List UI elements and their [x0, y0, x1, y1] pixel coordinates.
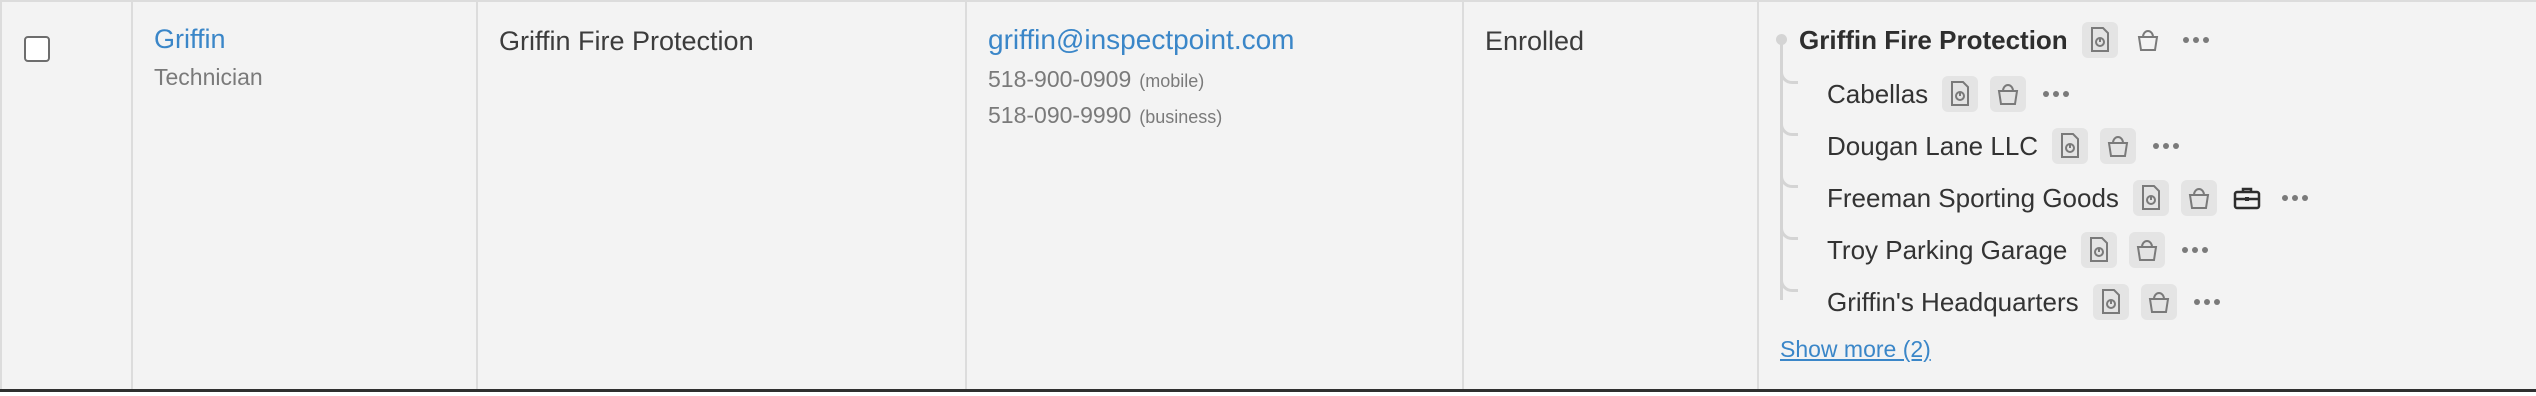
bucket-icon[interactable] — [2130, 22, 2166, 58]
phone-mobile: 518-900-0909 (mobile) — [988, 66, 1204, 93]
tree-root-label: Griffin Fire Protection — [1799, 24, 2068, 55]
tree-item-label: Dougan Lane LLC — [1827, 130, 2039, 161]
tree-item-label: Freeman Sporting Goods — [1827, 182, 2119, 213]
tree-item-troy-parking-garage: Troy Parking Garage — [1827, 228, 2213, 272]
report-icon[interactable] — [2092, 284, 2129, 320]
report-icon[interactable] — [2052, 128, 2089, 164]
status-cell: Enrolled — [1464, 2, 1759, 389]
enrollment-status: Enrolled — [1485, 26, 1585, 56]
bucket-icon[interactable] — [1990, 76, 2027, 112]
tree-item-label: Cabellas — [1827, 78, 1929, 109]
locations-tree-cell: Griffin Fire Protection Cabellas Dougan … — [1759, 2, 2536, 389]
row-select-checkbox[interactable] — [24, 36, 50, 62]
company-name: Griffin Fire Protection — [499, 26, 754, 56]
report-icon[interactable] — [1942, 76, 1979, 112]
phone-business: 518-090-9990 (business) — [988, 102, 1222, 129]
phone-type: (business) — [1139, 107, 1223, 127]
tree-item-freeman-sporting-goods: Freeman Sporting Goods — [1827, 176, 2313, 220]
tree-item-label: Troy Parking Garage — [1827, 234, 2068, 265]
phone-number: 518-900-0909 — [988, 66, 1132, 92]
bucket-icon[interactable] — [2100, 128, 2137, 164]
report-icon[interactable] — [2081, 232, 2118, 268]
briefcase-icon[interactable] — [2229, 180, 2265, 216]
more-icon[interactable] — [2177, 232, 2213, 268]
tree-root-dot — [1776, 34, 1787, 45]
bucket-icon[interactable] — [2180, 180, 2217, 216]
more-icon[interactable] — [2038, 76, 2074, 112]
bucket-icon[interactable] — [2129, 232, 2166, 268]
report-icon[interactable] — [2132, 180, 2169, 216]
phone-type: (mobile) — [1139, 71, 1205, 91]
phone-number: 518-090-9990 — [988, 102, 1132, 128]
contact-table-row: Griffin Technician Griffin Fire Protecti… — [0, 0, 2536, 392]
tree-root-item: Griffin Fire Protection — [1799, 18, 2214, 62]
name-cell: Griffin Technician — [133, 2, 478, 389]
select-cell — [0, 2, 133, 389]
more-icon[interactable] — [2189, 284, 2225, 320]
report-icon[interactable] — [2081, 22, 2118, 58]
more-icon[interactable] — [2148, 128, 2184, 164]
tree-item-cabellas: Cabellas — [1827, 72, 2074, 116]
tree-item-label: Griffin's Headquarters — [1827, 286, 2079, 317]
more-icon[interactable] — [2178, 22, 2214, 58]
more-icon[interactable] — [2277, 180, 2313, 216]
show-more-link[interactable]: Show more (2) — [1780, 336, 1931, 363]
contact-name-link[interactable]: Griffin — [154, 24, 226, 55]
tree-item-griffins-headquarters: Griffin's Headquarters — [1827, 280, 2225, 324]
bucket-icon[interactable] — [2140, 284, 2177, 320]
email-link[interactable]: griffin@inspectpoint.com — [988, 24, 1295, 56]
tree-item-dougan-lane: Dougan Lane LLC — [1827, 124, 2184, 168]
contact-role: Technician — [154, 64, 263, 90]
company-cell: Griffin Fire Protection — [478, 2, 967, 389]
contact-info-cell: griffin@inspectpoint.com 518-900-0909 (mo… — [967, 2, 1464, 389]
